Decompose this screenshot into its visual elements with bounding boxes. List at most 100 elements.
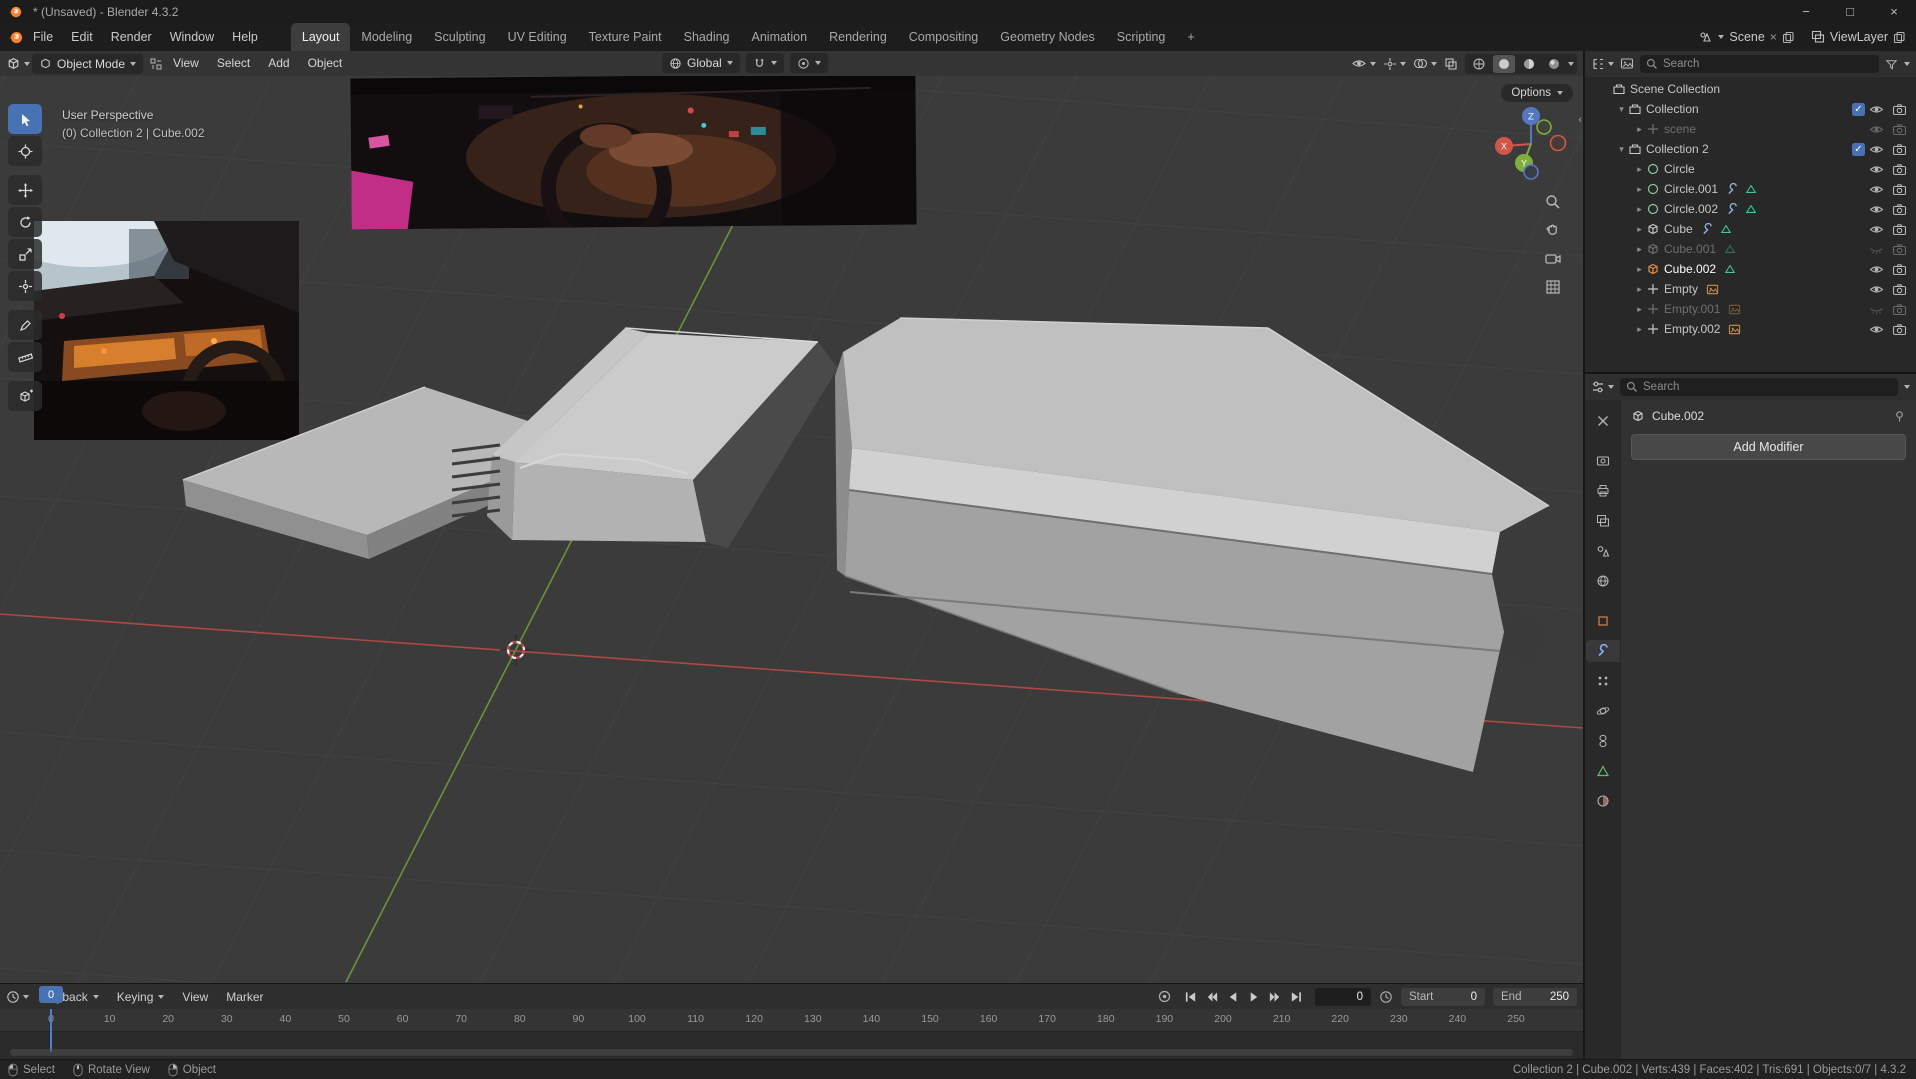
viewport-3d[interactable]: User Perspective (0) Collection 2 | Cube… bbox=[0, 76, 1583, 983]
outliner-row-circle-002[interactable]: ▸ Circle.002 bbox=[1585, 199, 1916, 219]
workspace-tab-scripting[interactable]: Scripting bbox=[1106, 23, 1177, 51]
outliner-item-label[interactable]: Circle.001 bbox=[1664, 182, 1718, 196]
options-button[interactable]: Options bbox=[1501, 84, 1573, 102]
menu-edit[interactable]: Edit bbox=[62, 23, 102, 51]
workspace-tab-rendering[interactable]: Rendering bbox=[818, 23, 898, 51]
transform-orientation-dropdown[interactable]: Global bbox=[662, 53, 740, 73]
select-box-tool[interactable] bbox=[8, 104, 42, 134]
workspace-tab-geometry-nodes[interactable]: Geometry Nodes bbox=[989, 23, 1105, 51]
disclosure-icon[interactable]: ▸ bbox=[1633, 324, 1646, 335]
camera-icon[interactable] bbox=[1892, 223, 1907, 236]
outliner-item-label[interactable]: Empty.001 bbox=[1664, 302, 1720, 316]
outliner-item-label[interactable]: Collection 2 bbox=[1646, 142, 1709, 156]
add-modifier-button[interactable]: Add Modifier bbox=[1631, 434, 1906, 460]
overlays-dropdown[interactable] bbox=[1413, 57, 1437, 70]
playhead-line[interactable] bbox=[50, 1009, 52, 1052]
menu-view[interactable]: View bbox=[174, 990, 216, 1004]
camera-icon[interactable] bbox=[1892, 243, 1907, 256]
shading-material-button[interactable] bbox=[1518, 55, 1540, 73]
camera-icon[interactable] bbox=[1892, 303, 1907, 316]
reference-image-cockpit[interactable] bbox=[350, 76, 917, 248]
camera-icon[interactable] bbox=[1892, 323, 1907, 336]
xray-toggle[interactable] bbox=[1444, 57, 1458, 71]
outliner-item-label[interactable]: scene bbox=[1664, 122, 1696, 136]
outliner-item-label[interactable]: Scene Collection bbox=[1630, 82, 1720, 96]
outliner-row-collection[interactable]: ▾ Collection ✓ bbox=[1585, 99, 1916, 119]
disclosure-icon[interactable]: ▸ bbox=[1633, 164, 1646, 175]
workspace-tab-compositing[interactable]: Compositing bbox=[898, 23, 989, 51]
outliner-row-cube-001[interactable]: ▸ Cube.001 bbox=[1585, 239, 1916, 259]
outliner-row-collection-2[interactable]: ▾ Collection 2 ✓ bbox=[1585, 139, 1916, 159]
disclosure-icon[interactable]: ▸ bbox=[1633, 284, 1646, 295]
outliner-editor-selector[interactable] bbox=[1591, 57, 1614, 71]
snap-dropdown[interactable] bbox=[745, 53, 784, 73]
camera-icon[interactable] bbox=[1892, 263, 1907, 276]
tab-scene[interactable] bbox=[1588, 540, 1618, 562]
timeline-scrollbar[interactable] bbox=[10, 1049, 1573, 1056]
shading-solid-button[interactable] bbox=[1493, 54, 1515, 73]
tab-tool[interactable] bbox=[1588, 410, 1618, 432]
pin-icon[interactable] bbox=[1893, 410, 1906, 423]
breadcrumb-object-name[interactable]: Cube.002 bbox=[1652, 409, 1704, 423]
tab-material[interactable] bbox=[1588, 790, 1618, 812]
view-layer-selector[interactable]: ViewLayer bbox=[1811, 30, 1906, 44]
menu-keying[interactable]: Keying bbox=[109, 990, 173, 1004]
disclosure-icon[interactable]: ▾ bbox=[1615, 144, 1628, 155]
exclude-checkbox[interactable]: ✓ bbox=[1852, 102, 1865, 116]
reference-image-dashboard[interactable] bbox=[9, 211, 299, 440]
annotate-tool[interactable] bbox=[8, 310, 42, 340]
outliner-item-label[interactable]: Empty bbox=[1664, 282, 1698, 296]
zoom-icon[interactable] bbox=[1545, 194, 1561, 210]
scale-tool[interactable] bbox=[8, 239, 42, 269]
gizmo-z-neg-axis[interactable] bbox=[1523, 164, 1539, 180]
properties-editor-selector[interactable] bbox=[1591, 380, 1614, 394]
eye-icon[interactable] bbox=[1869, 283, 1884, 296]
chevron-down-icon[interactable] bbox=[1568, 61, 1574, 66]
outliner-item-label[interactable]: Collection bbox=[1646, 102, 1699, 116]
disclosure-icon[interactable]: ▸ bbox=[1633, 264, 1646, 275]
tab-particles[interactable] bbox=[1588, 670, 1618, 692]
outliner-item-label[interactable]: Circle.002 bbox=[1664, 202, 1718, 216]
workspace-tab-texture-paint[interactable]: Texture Paint bbox=[578, 23, 673, 51]
outliner-row-circle[interactable]: ▸ Circle bbox=[1585, 159, 1916, 179]
camera-icon[interactable] bbox=[1892, 183, 1907, 196]
tab-constraints[interactable] bbox=[1588, 730, 1618, 752]
jump-to-start-button[interactable] bbox=[1184, 990, 1198, 1004]
tab-object[interactable] bbox=[1588, 610, 1618, 632]
eye-icon[interactable] bbox=[1869, 263, 1884, 276]
transform-tool[interactable] bbox=[8, 271, 42, 301]
workspace-tab-shading[interactable]: Shading bbox=[673, 23, 741, 51]
outliner-row-empty-001[interactable]: ▸ Empty.001 bbox=[1585, 299, 1916, 319]
tab-object-data[interactable] bbox=[1588, 760, 1618, 782]
eye-icon[interactable] bbox=[1869, 183, 1884, 196]
eye-icon[interactable] bbox=[1869, 143, 1884, 156]
workspace-tab-sculpting[interactable]: Sculpting bbox=[423, 23, 496, 51]
disclosure-icon[interactable]: ▸ bbox=[1633, 184, 1646, 195]
outliner-row-scene-collection[interactable]: Scene Collection bbox=[1585, 79, 1916, 99]
workspace-tab-layout[interactable]: Layout bbox=[290, 23, 351, 51]
menu-file[interactable]: File bbox=[24, 23, 62, 51]
disclosure-icon[interactable]: ▾ bbox=[1615, 104, 1628, 115]
workspace-tab-animation[interactable]: Animation bbox=[741, 23, 819, 51]
outliner-search[interactable]: Search bbox=[1640, 55, 1879, 73]
tab-world[interactable] bbox=[1588, 570, 1618, 592]
close-button[interactable]: × bbox=[1872, 0, 1916, 23]
tab-modifiers[interactable] bbox=[1586, 640, 1620, 662]
move-tool[interactable] bbox=[8, 175, 42, 205]
menu-render[interactable]: Render bbox=[102, 23, 161, 51]
playhead-badge[interactable]: 0 bbox=[39, 986, 63, 1003]
camera-icon[interactable] bbox=[1892, 103, 1907, 116]
cursor-tool[interactable] bbox=[8, 136, 42, 166]
outliner-row-cube[interactable]: ▸ Cube bbox=[1585, 219, 1916, 239]
toggle-perspective-icon[interactable] bbox=[1545, 279, 1561, 295]
tab-output[interactable] bbox=[1588, 480, 1618, 502]
eye-icon[interactable] bbox=[1869, 223, 1884, 236]
gizmo-y-neg-axis[interactable] bbox=[1536, 119, 1552, 135]
navigation-gizmo[interactable]: Z X Y bbox=[1491, 102, 1571, 188]
auto-keying-button[interactable] bbox=[1157, 989, 1172, 1004]
outliner-item-label[interactable]: Circle bbox=[1664, 162, 1695, 176]
eye-closed-icon[interactable] bbox=[1869, 303, 1884, 316]
camera-view-icon[interactable] bbox=[1545, 252, 1561, 266]
rotate-tool[interactable] bbox=[8, 207, 42, 237]
eye-closed-icon[interactable] bbox=[1869, 243, 1884, 256]
